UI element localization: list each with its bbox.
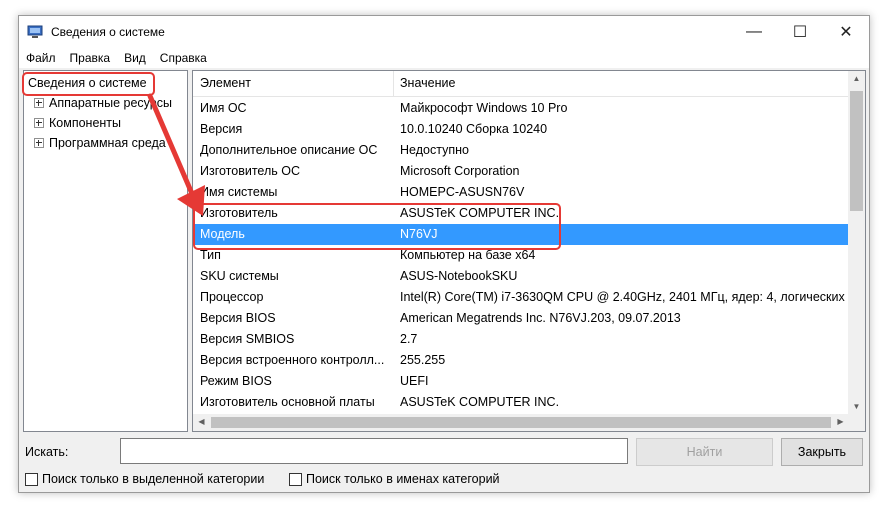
category-tree: Сведения о системе Аппаратные ресурсы Ко… [23, 70, 188, 432]
menu-edit[interactable]: Правка [63, 48, 118, 68]
tree-root-highlight [22, 72, 155, 96]
menu-help[interactable]: Справка [153, 48, 214, 68]
vertical-scroll-thumb[interactable] [850, 91, 863, 211]
table-row[interactable]: Режим BIOS UEFI [193, 371, 849, 392]
close-window-button[interactable]: ✕ [823, 16, 869, 48]
row-item-value: 255.255 [400, 353, 446, 367]
row-item-value: American Megatrends Inc. N76VJ.203, 09.0… [400, 311, 681, 325]
table-row[interactable]: Имя ОС Майкрософт Windows 10 Pro [193, 98, 849, 119]
horizontal-scroll-thumb[interactable] [211, 417, 831, 428]
table-row[interactable]: Имя системы HOMEPC-ASUSN76V [193, 182, 849, 203]
close-button[interactable]: Закрыть [781, 438, 863, 466]
scroll-right-arrow-icon[interactable]: ▶ [832, 417, 849, 426]
search-category-names-option[interactable]: Поиск только в именах категорий [289, 472, 500, 486]
scroll-left-arrow-icon[interactable]: ◀ [193, 417, 210, 426]
table-row[interactable]: Версия BIOS American Megatrends Inc. N76V… [193, 308, 849, 329]
row-item-value: Майкрософт Windows 10 Pro [400, 101, 568, 115]
row-item-value: HOMEPC-ASUSN76V [400, 185, 525, 199]
checkbox-label: Поиск только в именах категорий [306, 472, 500, 486]
row-item-name: Версия [200, 122, 243, 136]
search-label: Искать: [25, 445, 69, 459]
menu-bar: Файл Правка Вид Справка [19, 48, 869, 68]
row-item-value: 2.7 [400, 332, 418, 346]
search-input[interactable] [120, 438, 628, 464]
find-button[interactable]: Найти [636, 438, 773, 466]
list-header: Элемент Значение [193, 71, 849, 97]
tree-item-components[interactable]: Компоненты [34, 114, 121, 132]
row-item-name: Дополнительное описание ОС [200, 143, 378, 157]
row-item-value: 10.0.10240 Сборка 10240 [400, 122, 548, 136]
column-header-item[interactable]: Элемент [200, 71, 251, 96]
search-selected-category-option[interactable]: Поиск только в выделенной категории [25, 472, 264, 486]
row-item-name: Имя ОС [200, 101, 247, 115]
expand-plus-icon[interactable] [34, 117, 44, 128]
menu-file[interactable]: Файл [19, 48, 63, 68]
row-item-value: ASUS-NotebookSKU [400, 269, 518, 283]
menu-view[interactable]: Вид [117, 48, 153, 68]
row-item-name: Изготовитель ОС [200, 164, 300, 178]
column-header-value[interactable]: Значение [400, 71, 455, 96]
title-bar: Сведения о системе — ☐ ✕ [19, 16, 869, 48]
tree-item-hardware-resources[interactable]: Аппаратные ресурсы [34, 94, 172, 112]
row-item-name: SKU системы [200, 269, 279, 283]
scrollbar-corner [848, 414, 865, 431]
checkbox-category-names[interactable] [289, 472, 302, 486]
list-rows: Имя ОС Майкрософт Windows 10 Pro Версия 10.… [193, 98, 849, 413]
checkbox-selected-category[interactable] [25, 472, 38, 486]
table-row[interactable]: SKU системы ASUS-NotebookSKU [193, 266, 849, 287]
row-item-name: Версия встроенного контролл... [200, 353, 385, 367]
row-item-name: Процессор [200, 290, 264, 304]
row-item-value: Intel(R) Core(TM) i7-3630QM CPU @ 2.40GH… [400, 290, 845, 304]
expand-plus-icon[interactable] [34, 137, 44, 148]
row-item-value: Недоступно [400, 143, 469, 157]
row-item-value: UEFI [400, 374, 429, 388]
scroll-down-arrow-icon[interactable]: ▼ [848, 402, 865, 411]
manufacturer-model-highlight [193, 203, 561, 250]
table-row[interactable]: Версия SMBIOS 2.7 [193, 329, 849, 350]
row-item-name: Имя системы [200, 185, 278, 199]
scroll-up-arrow-icon[interactable]: ▲ [848, 74, 865, 83]
tree-item-software-environment[interactable]: Программная среда [34, 134, 166, 152]
system-info-app-icon [27, 25, 43, 39]
table-row[interactable]: Версия 10.0.10240 Сборка 10240 [193, 119, 849, 140]
tree-item-label: Компоненты [49, 116, 122, 130]
row-item-value: ASUSTeK COMPUTER INC. [400, 395, 560, 409]
vertical-scrollbar[interactable]: ▲ ▼ [848, 71, 865, 414]
table-row[interactable]: Дополнительное описание ОС Недоступно [193, 140, 849, 161]
row-item-name: Версия BIOS [200, 311, 276, 325]
table-row[interactable]: Изготовитель основной платы ASUSTeK COMPU… [193, 392, 849, 413]
minimize-button[interactable]: — [731, 16, 777, 48]
checkbox-label: Поиск только в выделенной категории [42, 472, 265, 486]
tree-item-label: Программная среда [49, 136, 166, 150]
table-row[interactable]: Процессор Intel(R) Core(TM) i7-3630QM CPU… [193, 287, 849, 308]
row-item-name: Режим BIOS [200, 374, 272, 388]
row-item-name: Изготовитель основной платы [200, 395, 375, 409]
window-title: Сведения о системе [51, 25, 165, 39]
horizontal-scrollbar[interactable]: ◀ ▶ [193, 414, 849, 431]
expand-plus-icon[interactable] [34, 97, 44, 108]
tree-item-label: Аппаратные ресурсы [49, 96, 172, 110]
row-item-name: Версия SMBIOS [200, 332, 295, 346]
row-item-value: Microsoft Corporation [400, 164, 520, 178]
maximize-button[interactable]: ☐ [777, 16, 823, 48]
table-row[interactable]: Версия встроенного контролл... 255.255 [193, 350, 849, 371]
details-list: Элемент Значение Имя ОС Майкрософт Window… [192, 70, 866, 432]
table-row[interactable]: Изготовитель ОС Microsoft Corporation [193, 161, 849, 182]
column-divider[interactable] [393, 71, 394, 96]
